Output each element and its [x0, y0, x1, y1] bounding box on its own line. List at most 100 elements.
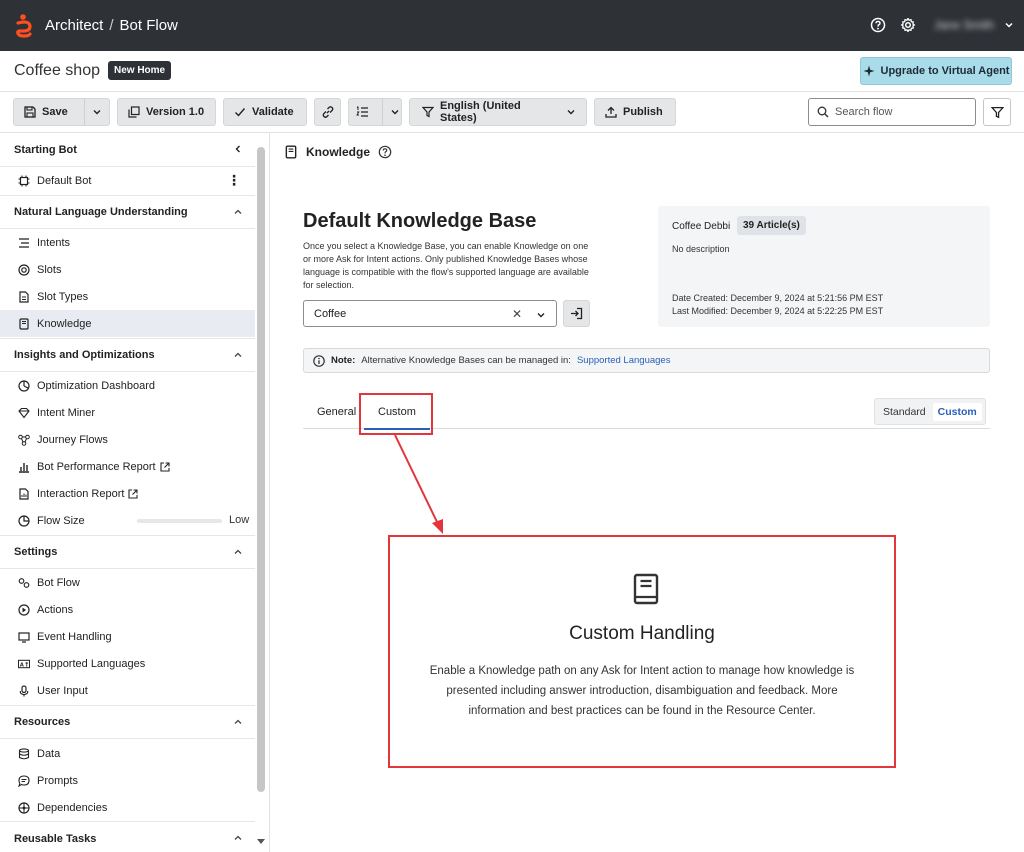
sidebar-item-journey-flows[interactable]: Journey Flows	[0, 426, 255, 453]
sidebar-section-resources[interactable]: Resources	[0, 705, 255, 739]
knowledge-base-description: Once you select a Knowledge Base, you ca…	[303, 241, 589, 290]
sidebar-item-knowledge[interactable]: Knowledge	[0, 310, 255, 337]
list-split-button	[348, 98, 402, 126]
custom-tab-highlight	[359, 393, 433, 435]
flow-size-value: Low	[229, 514, 250, 526]
chevron-up-icon[interactable]	[233, 717, 243, 727]
sidebar-item-default-bot[interactable]: Default Bot ⋮	[0, 167, 255, 195]
sidebar: Starting Bot Default Bot ⋮ Natural Langu…	[0, 133, 270, 852]
sparkle-icon	[863, 65, 875, 77]
publish-label: Publish	[623, 106, 663, 118]
breadcrumb: Architect / Bot Flow	[45, 17, 178, 34]
sidebar-item-prompts[interactable]: Prompts	[0, 767, 255, 794]
upgrade-to-virtual-agent-button[interactable]: Upgrade to Virtual Agent	[860, 57, 1012, 85]
clear-icon[interactable]: ✕	[512, 307, 522, 321]
tab-general[interactable]: General	[317, 395, 356, 429]
date-created: Date Created: December 9, 2024 at 5:21:5…	[672, 293, 884, 303]
article-count-badge: 39 Article(s)	[737, 216, 806, 235]
sidebar-item-event-handling[interactable]: Event Handling	[0, 623, 255, 650]
scroll-down-arrow-icon[interactable]	[257, 839, 265, 845]
breadcrumb-architect[interactable]: Architect	[45, 17, 103, 34]
chevron-up-icon[interactable]	[233, 350, 243, 360]
toggle-standard[interactable]: Standard	[878, 403, 931, 421]
publish-button[interactable]: Publish	[594, 98, 676, 126]
sidebar-item-intent-miner[interactable]: Intent Miner	[0, 399, 255, 426]
sidebar-item-supported-languages[interactable]: A Supported Languages	[0, 650, 255, 677]
chevron-down-icon[interactable]	[536, 310, 546, 320]
sidebar-section-settings[interactable]: Settings	[0, 535, 255, 569]
section-heading: Settings	[14, 546, 58, 558]
sidebar-item-slots[interactable]: Slots	[0, 256, 255, 283]
section-heading: Starting Bot	[14, 143, 77, 156]
chevron-up-icon[interactable]	[233, 833, 243, 843]
genesys-logo-icon[interactable]	[15, 14, 33, 38]
user-name[interactable]: Jane Smith	[934, 18, 994, 32]
sidebar-section-reusable-tasks[interactable]: Reusable Tasks	[0, 821, 255, 852]
chevron-down-icon	[566, 107, 576, 117]
external-link-icon	[160, 461, 170, 472]
sign-in-arrow-icon	[570, 307, 583, 320]
filter-button[interactable]	[983, 98, 1011, 126]
bot-chip-icon	[18, 175, 30, 187]
more-options-icon[interactable]: ⋮	[227, 173, 241, 187]
note-text: Alternative Knowledge Bases can be manag…	[361, 355, 571, 366]
sidebar-section-nlu[interactable]: Natural Language Understanding	[0, 195, 255, 229]
breadcrumb-bot-flow: Bot Flow	[119, 17, 178, 34]
sidebar-item-optimization-dashboard[interactable]: Optimization Dashboard	[0, 372, 255, 399]
open-knowledge-base-button[interactable]	[563, 300, 590, 327]
sidebar-item-label: Knowledge	[37, 317, 92, 330]
flow-nodes-icon	[18, 434, 30, 446]
page-title: Knowledge	[306, 145, 371, 159]
funnel-icon	[422, 106, 434, 118]
section-heading: Natural Language Understanding	[14, 206, 188, 218]
sidebar-scrollbar[interactable]	[257, 147, 265, 792]
save-dropdown-button[interactable]	[84, 99, 109, 125]
dependencies-icon	[18, 801, 30, 814]
search-input[interactable]: Search flow	[808, 98, 976, 126]
new-home-badge[interactable]: New Home	[108, 61, 172, 80]
sidebar-item-data[interactable]: Data	[0, 740, 255, 767]
sidebar-item-user-input[interactable]: User Input	[0, 677, 255, 704]
sidebar-item-label: Bot Flow	[37, 576, 80, 589]
language-dropdown[interactable]: English (United States)	[409, 98, 587, 126]
version-button[interactable]: Version 1.0	[117, 98, 216, 126]
custom-handling-highlight	[388, 535, 896, 768]
numbered-list-button[interactable]	[349, 99, 376, 125]
dashboard-gauge-icon	[18, 379, 30, 392]
database-icon	[18, 747, 30, 760]
sidebar-item-label: Intents	[37, 236, 71, 249]
sidebar-item-actions[interactable]: Actions	[0, 596, 255, 623]
sidebar-item-bot-flow[interactable]: Bot Flow	[0, 569, 255, 596]
pie-chart-icon	[18, 514, 30, 527]
toggle-custom[interactable]: Custom	[932, 402, 982, 421]
bar-chart-icon	[18, 461, 30, 473]
chevron-left-icon[interactable]	[233, 144, 243, 154]
sidebar-item-slot-types[interactable]: Slot Types	[0, 283, 255, 310]
supported-languages-link[interactable]: Supported Languages	[577, 355, 671, 366]
language-icon: A	[18, 658, 30, 670]
help-icon[interactable]	[378, 145, 392, 159]
chevron-up-icon[interactable]	[233, 547, 243, 557]
list-dropdown-button[interactable]	[382, 99, 407, 125]
validate-label: Validate	[252, 106, 294, 118]
sidebar-section-starting-bot[interactable]: Starting Bot	[0, 133, 255, 167]
sidebar-item-intents[interactable]: Intents	[0, 229, 255, 256]
sidebar-item-dependencies[interactable]: Dependencies	[0, 794, 255, 821]
chevron-down-icon[interactable]	[1004, 20, 1014, 30]
sidebar-item-interaction-report[interactable]: Interaction Report	[0, 480, 255, 507]
knowledge-base-select[interactable]: Coffee ✕	[303, 300, 557, 327]
gear-icon[interactable]	[898, 15, 918, 35]
help-icon[interactable]	[868, 15, 888, 35]
chevron-up-icon[interactable]	[233, 207, 243, 217]
link-button[interactable]	[314, 98, 341, 126]
document-icon	[18, 290, 30, 303]
save-button[interactable]: Save	[14, 99, 78, 125]
sidebar-item-label: Bot Performance Report	[37, 460, 156, 473]
sidebar-item-label: Journey Flows	[37, 433, 108, 446]
microphone-icon	[18, 684, 30, 697]
report-document-icon	[18, 487, 30, 500]
section-heading: Resources	[14, 716, 71, 728]
sidebar-section-insights[interactable]: Insights and Optimizations	[0, 338, 255, 372]
validate-button[interactable]: Validate	[223, 98, 307, 126]
sidebar-item-bot-performance-report[interactable]: Bot Performance Report	[0, 453, 255, 480]
